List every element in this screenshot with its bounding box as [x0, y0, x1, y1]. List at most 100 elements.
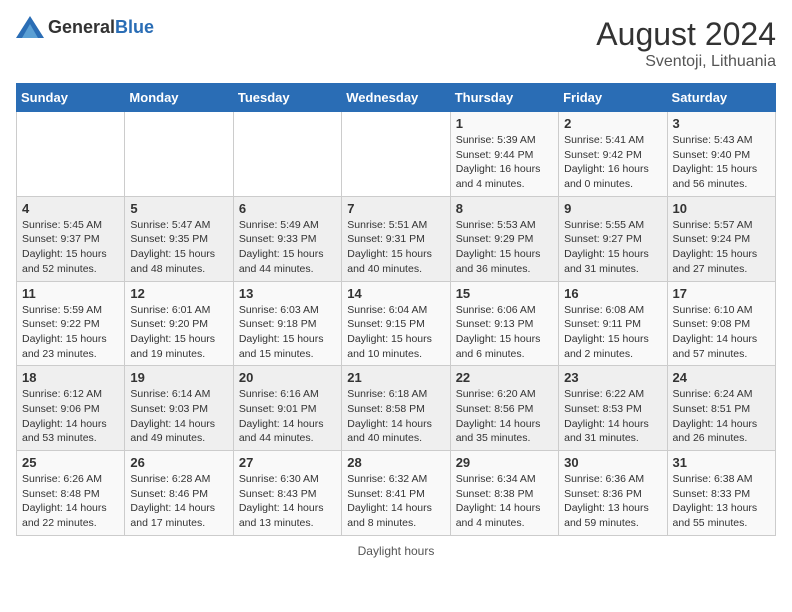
header-cell-wednesday: Wednesday: [342, 84, 450, 112]
calendar-cell: 9 Sunrise: 5:55 AMSunset: 9:27 PMDaylight…: [559, 196, 667, 281]
day-info: Sunrise: 6:12 AMSunset: 9:06 PMDaylight:…: [22, 387, 119, 446]
calendar-cell: 18 Sunrise: 6:12 AMSunset: 9:06 PMDayligh…: [17, 366, 125, 451]
calendar-cell: [233, 112, 341, 197]
calendar-cell: 29 Sunrise: 6:34 AMSunset: 8:38 PMDayligh…: [450, 451, 558, 536]
day-info: Sunrise: 6:34 AMSunset: 8:38 PMDaylight:…: [456, 472, 553, 531]
day-number: 9: [564, 201, 661, 216]
day-info: Sunrise: 6:22 AMSunset: 8:53 PMDaylight:…: [564, 387, 661, 446]
day-info: Sunrise: 5:55 AMSunset: 9:27 PMDaylight:…: [564, 218, 661, 277]
calendar-cell: 22Sunrise: 6:20 AMSunset: 8:56 PMDayligh…: [450, 366, 558, 451]
day-info: Sunrise: 6:24 AMSunset: 8:51 PMDaylight:…: [673, 387, 770, 446]
calendar-cell: [17, 112, 125, 197]
day-info: Sunrise: 6:30 AMSunset: 8:43 PMDaylight:…: [239, 472, 336, 531]
day-number: 3: [673, 116, 770, 131]
calendar-cell: 6Sunrise: 5:49 AMSunset: 9:33 PMDaylight…: [233, 196, 341, 281]
logo-text: GeneralBlue: [48, 17, 154, 38]
title-block: August 2024 Sventoji, Lithuania: [596, 16, 776, 71]
day-number: 4: [22, 201, 119, 216]
calendar-cell: 21Sunrise: 6:18 AMSunset: 8:58 PMDayligh…: [342, 366, 450, 451]
header-cell-tuesday: Tuesday: [233, 84, 341, 112]
day-number: 10: [673, 201, 770, 216]
week-row-5: 25Sunrise: 6:26 AMSunset: 8:48 PMDayligh…: [17, 451, 776, 536]
calendar-cell: 15 Sunrise: 6:06 AMSunset: 9:13 PMDayligh…: [450, 281, 558, 366]
calendar-cell: 20 Sunrise: 6:16 AMSunset: 9:01 PMDayligh…: [233, 366, 341, 451]
day-info: Sunrise: 6:04 AMSunset: 9:15 PMDaylight:…: [347, 303, 444, 362]
calendar-cell: 5Sunrise: 5:47 AMSunset: 9:35 PMDaylight…: [125, 196, 233, 281]
logo-icon: [16, 16, 44, 38]
calendar-cell: 27 Sunrise: 6:30 AMSunset: 8:43 PMDayligh…: [233, 451, 341, 536]
calendar-cell: 2Sunrise: 5:41 AMSunset: 9:42 PMDaylight…: [559, 112, 667, 197]
day-number: 11: [22, 286, 119, 301]
day-number: 19: [130, 370, 227, 385]
week-row-3: 11 Sunrise: 5:59 AMSunset: 9:22 PMDayligh…: [17, 281, 776, 366]
day-number: 23: [564, 370, 661, 385]
day-number: 27: [239, 455, 336, 470]
calendar-cell: 12 Sunrise: 6:01 AMSunset: 9:20 PMDayligh…: [125, 281, 233, 366]
day-number: 15: [456, 286, 553, 301]
week-row-2: 4 Sunrise: 5:45 AMSunset: 9:37 PMDaylight…: [17, 196, 776, 281]
day-number: 31: [673, 455, 770, 470]
calendar-cell: 28Sunrise: 6:32 AMSunset: 8:41 PMDayligh…: [342, 451, 450, 536]
day-number: 17: [673, 286, 770, 301]
day-number: 14: [347, 286, 444, 301]
day-number: 28: [347, 455, 444, 470]
day-number: 16: [564, 286, 661, 301]
day-info: Sunrise: 5:53 AMSunset: 9:29 PMDaylight:…: [456, 218, 553, 277]
daylight-label: Daylight hours: [358, 544, 435, 558]
day-number: 12: [130, 286, 227, 301]
calendar-cell: [125, 112, 233, 197]
day-info: Sunrise: 6:36 AMSunset: 8:36 PMDaylight:…: [564, 472, 661, 531]
calendar-cell: 7Sunrise: 5:51 AMSunset: 9:31 PMDaylight…: [342, 196, 450, 281]
header-cell-sunday: Sunday: [17, 84, 125, 112]
day-info: Sunrise: 5:47 AMSunset: 9:35 PMDaylight:…: [130, 218, 227, 277]
week-row-1: 1Sunrise: 5:39 AMSunset: 9:44 PMDaylight…: [17, 112, 776, 197]
header-cell-thursday: Thursday: [450, 84, 558, 112]
calendar-cell: 13Sunrise: 6:03 AMSunset: 9:18 PMDayligh…: [233, 281, 341, 366]
calendar-cell: 30 Sunrise: 6:36 AMSunset: 8:36 PMDayligh…: [559, 451, 667, 536]
day-info: Sunrise: 6:06 AMSunset: 9:13 PMDaylight:…: [456, 303, 553, 362]
day-number: 29: [456, 455, 553, 470]
day-info: Sunrise: 6:28 AMSunset: 8:46 PMDaylight:…: [130, 472, 227, 531]
header-cell-friday: Friday: [559, 84, 667, 112]
day-info: Sunrise: 5:59 AMSunset: 9:22 PMDaylight:…: [22, 303, 119, 362]
logo: GeneralBlue: [16, 16, 154, 38]
calendar-body: 1Sunrise: 5:39 AMSunset: 9:44 PMDaylight…: [17, 112, 776, 536]
calendar-cell: 31Sunrise: 6:38 AMSunset: 8:33 PMDayligh…: [667, 451, 775, 536]
calendar-cell: 4 Sunrise: 5:45 AMSunset: 9:37 PMDaylight…: [17, 196, 125, 281]
calendar-cell: 23 Sunrise: 6:22 AMSunset: 8:53 PMDayligh…: [559, 366, 667, 451]
day-info: Sunrise: 6:10 AMSunset: 9:08 PMDaylight:…: [673, 303, 770, 362]
calendar-cell: 11 Sunrise: 5:59 AMSunset: 9:22 PMDayligh…: [17, 281, 125, 366]
calendar-cell: 17 Sunrise: 6:10 AMSunset: 9:08 PMDayligh…: [667, 281, 775, 366]
calendar-cell: 8 Sunrise: 5:53 AMSunset: 9:29 PMDaylight…: [450, 196, 558, 281]
day-number: 20: [239, 370, 336, 385]
day-info: Sunrise: 6:03 AMSunset: 9:18 PMDaylight:…: [239, 303, 336, 362]
day-info: Sunrise: 5:45 AMSunset: 9:37 PMDaylight:…: [22, 218, 119, 277]
calendar-cell: 25Sunrise: 6:26 AMSunset: 8:48 PMDayligh…: [17, 451, 125, 536]
page-header: GeneralBlue August 2024 Sventoji, Lithua…: [16, 16, 776, 71]
day-number: 18: [22, 370, 119, 385]
day-info: Sunrise: 5:51 AMSunset: 9:31 PMDaylight:…: [347, 218, 444, 277]
day-number: 30: [564, 455, 661, 470]
calendar-cell: 19Sunrise: 6:14 AMSunset: 9:03 PMDayligh…: [125, 366, 233, 451]
day-info: Sunrise: 6:01 AMSunset: 9:20 PMDaylight:…: [130, 303, 227, 362]
day-number: 24: [673, 370, 770, 385]
footer-note: Daylight hours: [16, 544, 776, 558]
day-number: 21: [347, 370, 444, 385]
day-number: 22: [456, 370, 553, 385]
day-info: Sunrise: 6:16 AMSunset: 9:01 PMDaylight:…: [239, 387, 336, 446]
calendar-cell: 1Sunrise: 5:39 AMSunset: 9:44 PMDaylight…: [450, 112, 558, 197]
day-info: Sunrise: 5:57 AMSunset: 9:24 PMDaylight:…: [673, 218, 770, 277]
month-year: August 2024: [596, 16, 776, 53]
day-number: 8: [456, 201, 553, 216]
logo-general: General: [48, 17, 115, 37]
day-info: Sunrise: 5:39 AMSunset: 9:44 PMDaylight:…: [456, 133, 553, 192]
week-row-4: 18 Sunrise: 6:12 AMSunset: 9:06 PMDayligh…: [17, 366, 776, 451]
day-info: Sunrise: 5:49 AMSunset: 9:33 PMDaylight:…: [239, 218, 336, 277]
calendar-cell: [342, 112, 450, 197]
header-cell-saturday: Saturday: [667, 84, 775, 112]
header-cell-monday: Monday: [125, 84, 233, 112]
calendar-table: SundayMondayTuesdayWednesdayThursdayFrid…: [16, 83, 776, 536]
day-info: Sunrise: 6:26 AMSunset: 8:48 PMDaylight:…: [22, 472, 119, 531]
location: Sventoji, Lithuania: [596, 53, 776, 71]
calendar-cell: 10 Sunrise: 5:57 AMSunset: 9:24 PMDayligh…: [667, 196, 775, 281]
